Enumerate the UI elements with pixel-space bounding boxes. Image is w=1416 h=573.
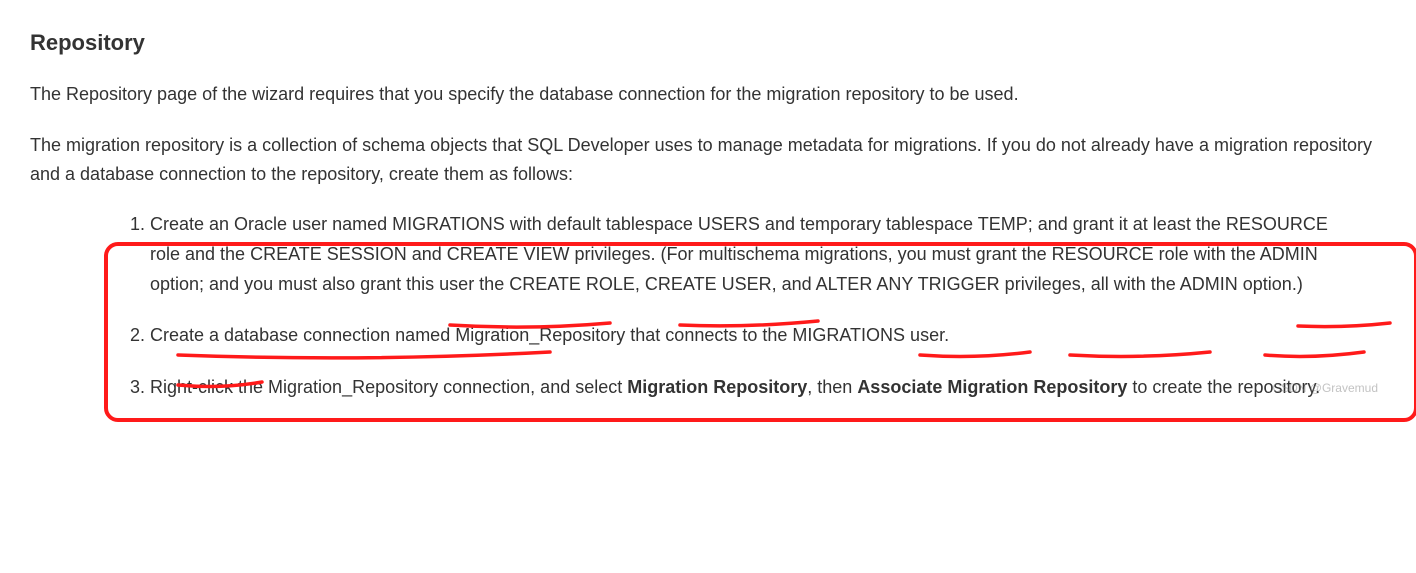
step-3-text-pre: Right-click the Migration_Repository con… bbox=[150, 377, 627, 397]
section-heading: Repository bbox=[30, 30, 1386, 56]
step-3-text-mid: , then bbox=[807, 377, 857, 397]
intro-paragraph-1: The Repository page of the wizard requir… bbox=[30, 80, 1386, 109]
steps-list: Create an Oracle user named MIGRATIONS w… bbox=[30, 210, 1386, 402]
step-1: Create an Oracle user named MIGRATIONS w… bbox=[150, 210, 1386, 299]
step-3-bold-1: Migration Repository bbox=[627, 377, 807, 397]
step-2: Create a database connection named Migra… bbox=[150, 321, 1386, 351]
step-3-bold-2: Associate Migration Repository bbox=[857, 377, 1127, 397]
watermark: CSDN @Gravemud bbox=[1272, 381, 1378, 395]
intro-paragraph-2: The migration repository is a collection… bbox=[30, 131, 1386, 189]
step-3: Right-click the Migration_Repository con… bbox=[150, 373, 1386, 403]
